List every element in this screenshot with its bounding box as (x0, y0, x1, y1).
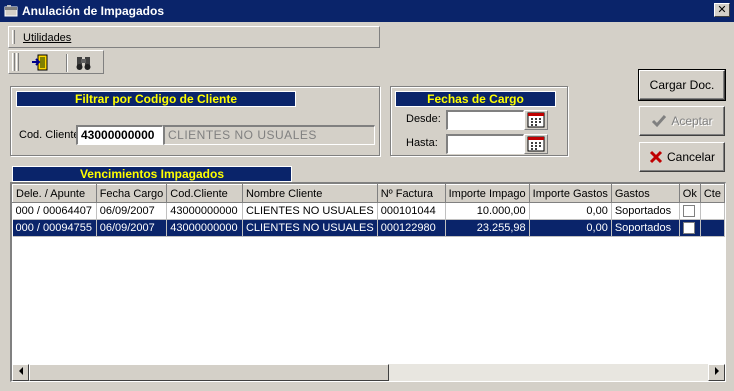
menu-bar: Utilidades (8, 26, 380, 48)
exit-button[interactable] (29, 53, 51, 73)
arrow-left-icon (18, 367, 23, 375)
vencimientos-grid: Dele. / Apunte Fecha Cargo Cod.Cliente N… (10, 182, 726, 382)
cargar-doc-label: Cargar Doc. (649, 78, 715, 92)
table-row[interactable]: 000 / 00064407 06/09/2007 43000000000 CL… (12, 202, 725, 220)
cell-factura[interactable]: 000101044 (377, 202, 446, 220)
cancelar-button[interactable]: Cancelar (639, 142, 725, 172)
col-header-fecha[interactable]: Fecha Cargo (95, 184, 168, 203)
aceptar-button[interactable]: Aceptar (639, 106, 725, 136)
cell-cod[interactable]: 43000000000 (166, 219, 243, 237)
cell-apunte[interactable]: 000 / 00064407 (12, 202, 97, 220)
cell-factura[interactable]: 000122980 (377, 219, 446, 237)
cell-fecha[interactable]: 06/09/2007 (96, 202, 168, 220)
table-row-selected[interactable]: 000 / 00094755 06/09/2007 43000000000 CL… (12, 219, 725, 237)
cell-gastos[interactable]: Soportados (611, 219, 680, 237)
cell-cte[interactable] (700, 219, 725, 237)
calendar-icon (527, 136, 545, 152)
toolbar (8, 50, 104, 74)
close-button[interactable]: ✕ (714, 3, 730, 17)
cell-fecha[interactable]: 06/09/2007 (96, 219, 168, 237)
grid-caption: Vencimientos Impagados (12, 166, 292, 182)
col-header-gastos-imp[interactable]: Importe Gastos (528, 184, 612, 203)
binoculars-icon (76, 57, 91, 70)
cell-impago[interactable]: 10.000,00 (445, 202, 530, 220)
dates-header: Fechas de Cargo (395, 91, 556, 107)
title-bar: Anulación de Impagados ✕ (0, 0, 734, 22)
exit-door-icon (32, 54, 48, 71)
col-header-nombre[interactable]: Nombre Cliente (241, 184, 378, 203)
arrow-right-icon (714, 367, 719, 375)
hasta-input[interactable] (446, 134, 524, 154)
col-header-ok[interactable]: Ok (678, 184, 701, 203)
aceptar-label: Aceptar (671, 114, 713, 128)
col-header-impago[interactable]: Importe Impago (444, 184, 530, 203)
close-icon: ✕ (717, 4, 727, 16)
cell-nombre[interactable]: CLIENTES NO USUALES (242, 219, 378, 237)
col-header-factura[interactable]: Nº Factura (376, 184, 446, 203)
scroll-right-button[interactable] (708, 364, 725, 381)
ok-checkbox[interactable] (682, 205, 695, 218)
cod-cliente-input[interactable]: 43000000000 (76, 125, 163, 145)
cargar-doc-button[interactable]: Cargar Doc. (638, 69, 726, 101)
toolbar-separator (66, 54, 68, 72)
cell-nombre[interactable]: CLIENTES NO USUALES (242, 202, 378, 220)
cancelar-label: Cancelar (666, 150, 716, 164)
cod-cliente-label: Cod. Cliente (19, 129, 80, 141)
window-title: Anulación de Impagados (22, 4, 165, 18)
cell-ok (679, 219, 701, 237)
search-button[interactable] (73, 53, 95, 73)
toolbar-grip-2 (16, 53, 19, 71)
x-cancel-icon (649, 150, 663, 164)
client-name-field: CLIENTES NO USUALES (163, 125, 375, 145)
cell-cod[interactable]: 43000000000 (166, 202, 243, 220)
app-icon (4, 5, 18, 17)
menu-grip[interactable] (12, 30, 15, 44)
col-header-apunte[interactable]: Dele. / Apunte (12, 184, 97, 203)
calendar-icon (527, 112, 545, 128)
col-header-gastos[interactable]: Gastos (610, 184, 680, 203)
vencimientos-table: Dele. / Apunte Fecha Cargo Cod.Cliente N… (12, 184, 725, 237)
menu-utilidades[interactable]: Utilidades (23, 32, 71, 44)
cell-gastos[interactable]: Soportados (611, 202, 680, 220)
col-header-cod[interactable]: Cod.Cliente (166, 184, 243, 203)
horizontal-scrollbar[interactable] (12, 364, 725, 381)
desde-input[interactable] (446, 110, 524, 130)
toolbar-grip[interactable] (12, 53, 15, 71)
scroll-left-button[interactable] (12, 364, 29, 381)
cell-ok (679, 202, 701, 220)
cell-apunte[interactable]: 000 / 00094755 (12, 219, 97, 237)
hasta-label: Hasta: (406, 137, 438, 149)
cell-gastos-imp[interactable]: 0,00 (529, 219, 612, 237)
desde-calendar-button[interactable] (524, 110, 548, 130)
checkmark-icon (652, 115, 667, 128)
cell-cte[interactable] (700, 202, 725, 220)
col-header-cte[interactable]: Cte (699, 184, 725, 203)
scroll-thumb[interactable] (29, 364, 389, 381)
cell-impago[interactable]: 23.255,98 (445, 219, 530, 237)
ok-checkbox[interactable] (682, 222, 695, 235)
desde-label: Desde: (406, 113, 441, 125)
grid-header-row: Dele. / Apunte Fecha Cargo Cod.Cliente N… (12, 184, 725, 203)
filter-header: Filtrar por Codigo de Cliente (16, 91, 296, 107)
cell-gastos-imp[interactable]: 0,00 (529, 202, 612, 220)
hasta-calendar-button[interactable] (524, 134, 548, 154)
